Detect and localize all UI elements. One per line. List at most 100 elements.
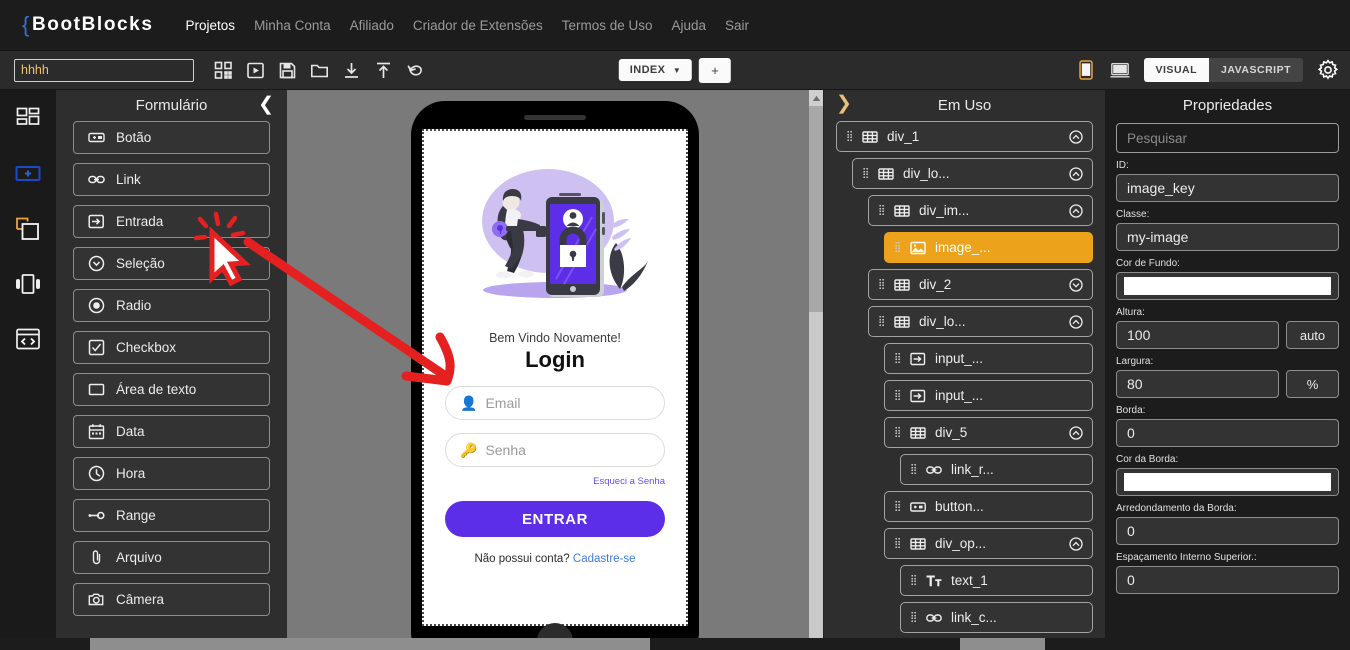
page-horizontal-scrollbar[interactable] — [0, 638, 1350, 650]
mode-javascript-tab[interactable]: JAVASCRIPT — [1209, 58, 1303, 82]
nav-item-ajuda[interactable]: Ajuda — [672, 18, 707, 33]
tree-item-div_im[interactable]: ⣿ div_im... — [868, 195, 1093, 226]
scroll-up-arrow-icon[interactable] — [809, 90, 823, 106]
play-preview-icon[interactable] — [246, 61, 265, 80]
copy-layers-icon[interactable] — [13, 214, 43, 244]
page-select-dropdown[interactable]: INDEX ▼ — [618, 59, 693, 81]
qr-blocks-icon[interactable] — [214, 61, 233, 80]
canvas-scrollbar-thumb[interactable] — [809, 106, 823, 312]
property-input-borda[interactable] — [1116, 419, 1339, 447]
layout-grid-icon[interactable] — [13, 104, 43, 134]
code-window-icon[interactable] — [13, 324, 43, 354]
component-item-range[interactable]: Range — [73, 499, 270, 532]
scrollbar-segment-left[interactable] — [90, 638, 650, 650]
mobile-device-icon[interactable] — [1076, 60, 1096, 80]
chevron-up-icon[interactable] — [1069, 425, 1083, 440]
tree-item-div_1[interactable]: ⣿ div_1 — [836, 121, 1093, 152]
property-unit-altura[interactable]: auto — [1286, 321, 1339, 349]
chevron-left-icon[interactable]: ❮ — [258, 95, 274, 114]
preview-signup-link[interactable]: Cadastre-se — [573, 553, 636, 565]
drag-handle-icon[interactable]: ⣿ — [894, 501, 901, 512]
chevron-up-icon[interactable] — [1069, 536, 1083, 551]
folder-icon[interactable] — [310, 61, 329, 80]
chevron-up-icon[interactable] — [1069, 314, 1083, 329]
drag-handle-icon[interactable]: ⣿ — [894, 538, 901, 549]
drag-handle-icon[interactable]: ⣿ — [910, 612, 917, 623]
property-input-arredondamento-da-borda[interactable] — [1116, 517, 1339, 545]
gear-icon[interactable] — [1317, 59, 1339, 81]
component-item-checkbox[interactable]: Checkbox — [73, 331, 270, 364]
undo-icon[interactable] — [406, 61, 425, 80]
tree-item-div_lo[interactable]: ⣿ div_lo... — [852, 158, 1093, 189]
phone-screen[interactable]: Bem Vindo Novamente! Login 👤 Email 🔑 Sen… — [422, 129, 688, 626]
save-disk-icon[interactable] — [278, 61, 297, 80]
nav-item-afiliado[interactable]: Afiliado — [350, 18, 394, 33]
tree-item-input_[interactable]: ⣿ input_... — [884, 380, 1093, 411]
property-input-classe[interactable] — [1116, 223, 1339, 251]
property-input-largura[interactable] — [1116, 370, 1279, 398]
drag-handle-icon[interactable]: ⣿ — [878, 316, 885, 327]
chevron-up-icon[interactable] — [1069, 166, 1083, 181]
chevron-right-icon[interactable]: ❯ — [836, 94, 852, 113]
property-color-cor-de-fundo[interactable] — [1116, 272, 1339, 300]
add-page-button[interactable]: + — [699, 57, 732, 83]
chevron-up-icon[interactable] — [1069, 129, 1083, 144]
tree-item-div_op[interactable]: ⣿ div_op... — [884, 528, 1093, 559]
tree-item-div_2[interactable]: ⣿ div_2 — [868, 269, 1093, 300]
drag-handle-icon[interactable]: ⣿ — [894, 427, 901, 438]
drag-handle-icon[interactable]: ⣿ — [878, 279, 885, 290]
drag-handle-icon[interactable]: ⣿ — [846, 131, 853, 142]
component-item-link[interactable]: Link — [73, 163, 270, 196]
preview-email-field[interactable]: 👤 Email — [445, 386, 665, 420]
property-input-altura[interactable] — [1116, 321, 1279, 349]
property-input-espa-amento-interno-superior[interactable] — [1116, 566, 1339, 594]
nav-item-minha-conta[interactable]: Minha Conta — [254, 18, 331, 33]
app-logo[interactable]: { BootBlocks — [22, 12, 154, 38]
preview-password-field[interactable]: 🔑 Senha — [445, 433, 665, 467]
component-item-data[interactable]: Data — [73, 415, 270, 448]
property-color-cor-da-borda[interactable] — [1116, 468, 1339, 496]
drag-handle-icon[interactable]: ⣿ — [894, 353, 901, 364]
mode-visual-tab[interactable]: VISUAL — [1143, 58, 1210, 82]
project-name-input[interactable] — [14, 58, 194, 82]
component-item-entrada[interactable]: Entrada — [73, 205, 270, 238]
canvas-vertical-scrollbar[interactable] — [809, 90, 823, 650]
download-icon[interactable] — [342, 61, 361, 80]
tree-item-input_[interactable]: ⣿ input_... — [884, 343, 1093, 374]
nav-item-criador-de-extensoes[interactable]: Criador de Extensões — [413, 18, 543, 33]
nav-item-sair[interactable]: Sair — [725, 18, 749, 33]
drag-handle-icon[interactable]: ⣿ — [910, 575, 917, 586]
drag-handle-icon[interactable]: ⣿ — [878, 205, 885, 216]
component-item-hora[interactable]: Hora — [73, 457, 270, 490]
component-item-area-de-texto[interactable]: Área de texto — [73, 373, 270, 406]
tree-item-link_r[interactable]: ⣿ link_r... — [900, 454, 1093, 485]
tree-item-image_[interactable]: ⣿ image_... — [884, 232, 1093, 263]
upload-icon[interactable] — [374, 61, 393, 80]
drag-handle-icon[interactable]: ⣿ — [910, 464, 917, 475]
scrollbar-segment-right[interactable] — [960, 638, 1045, 650]
preview-forgot-password-link[interactable]: Esqueci a Senha — [445, 476, 665, 487]
nav-item-termos-de-uso[interactable]: Termos de Uso — [562, 18, 653, 33]
drag-handle-icon[interactable]: ⣿ — [894, 390, 901, 401]
carousel-icon[interactable] — [13, 269, 43, 299]
property-unit-largura[interactable]: % — [1286, 370, 1339, 398]
nav-item-projetos[interactable]: Projetos — [186, 18, 236, 33]
component-item-camera[interactable]: Câmera — [73, 583, 270, 616]
desktop-device-icon[interactable] — [1109, 60, 1130, 80]
component-item-botao[interactable]: Botão — [73, 121, 270, 154]
tree-item-div_5[interactable]: ⣿ div_5 — [884, 417, 1093, 448]
design-canvas[interactable]: Bem Vindo Novamente! Login 👤 Email 🔑 Sen… — [287, 90, 823, 650]
tree-item-text_1[interactable]: ⣿ text_1 — [900, 565, 1093, 596]
properties-search-input[interactable] — [1116, 123, 1339, 153]
component-item-radio[interactable]: Radio — [73, 289, 270, 322]
chevron-down-icon[interactable] — [1069, 277, 1083, 292]
preview-submit-button[interactable]: ENTRAR — [445, 501, 665, 537]
tree-item-link_c[interactable]: ⣿ link_c... — [900, 602, 1093, 633]
component-item-selecao[interactable]: Seleção — [73, 247, 270, 280]
component-item-arquivo[interactable]: Arquivo — [73, 541, 270, 574]
add-block-icon[interactable] — [13, 159, 43, 189]
tree-item-div_lo[interactable]: ⣿ div_lo... — [868, 306, 1093, 337]
chevron-up-icon[interactable] — [1069, 203, 1083, 218]
property-input-id[interactable] — [1116, 174, 1339, 202]
drag-handle-icon[interactable]: ⣿ — [894, 242, 901, 253]
